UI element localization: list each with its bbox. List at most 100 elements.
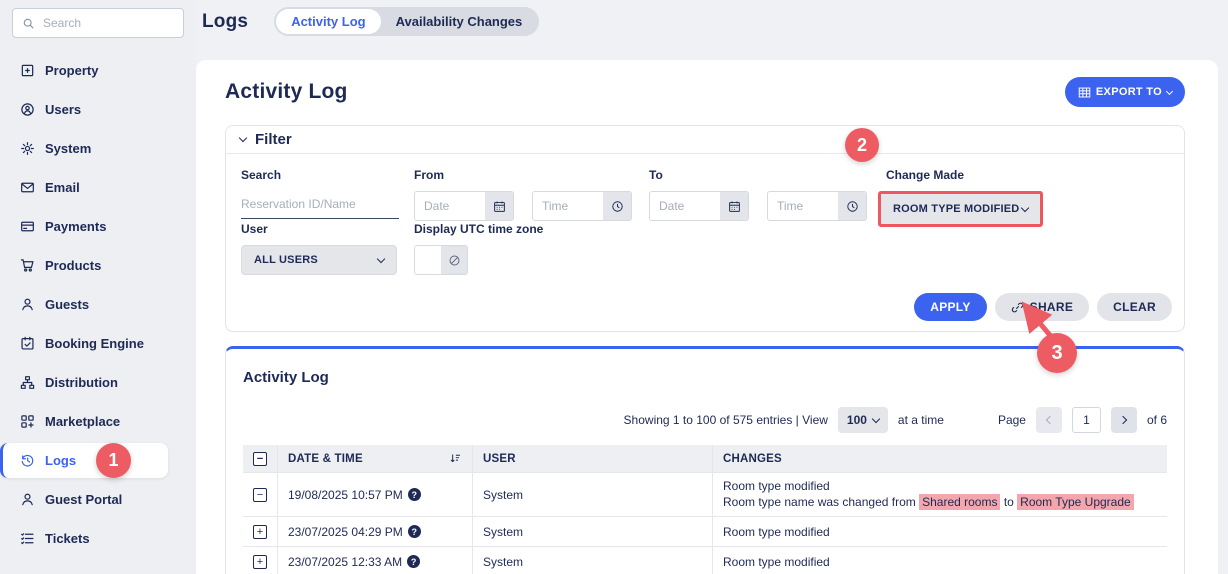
calendar-icon[interactable] xyxy=(485,192,513,220)
filter-header[interactable]: Filter xyxy=(226,126,1184,154)
sidebar-item-logs[interactable]: Logs xyxy=(0,443,168,478)
sidebar-item-users[interactable]: Users xyxy=(0,90,196,129)
calendar-icon[interactable] xyxy=(720,192,748,220)
filter-to-group: To xyxy=(649,168,867,221)
sidebar-item-tickets[interactable]: Tickets xyxy=(0,519,196,558)
table-cell-datetime: 23/07/2025 12:33 AM xyxy=(278,547,473,574)
filter-search-input[interactable] xyxy=(241,191,399,219)
tab-activity-log[interactable]: Activity Log xyxy=(276,9,380,34)
datetime-value: 19/08/2025 10:57 PM xyxy=(288,488,403,502)
change-detail-mid: to xyxy=(1000,495,1017,509)
user-value: System xyxy=(483,525,523,539)
chevron-right-icon xyxy=(1119,416,1127,424)
sidebar-item-booking-engine[interactable]: Booking Engine xyxy=(0,324,196,363)
to-label: To xyxy=(649,168,867,182)
credit-card-icon xyxy=(20,219,35,234)
from-time-input[interactable] xyxy=(533,192,603,220)
sidebar-item-distribution[interactable]: Distribution xyxy=(0,363,196,402)
sidebar-item-label: Property xyxy=(45,63,98,78)
sidebar-item-payments[interactable]: Payments xyxy=(0,207,196,246)
cart-icon xyxy=(20,258,35,273)
sidebar-item-label: Guest Portal xyxy=(45,492,122,507)
table-row-expand-cell: − xyxy=(243,473,278,517)
change-made-select[interactable]: ROOM TYPE MODIFIED xyxy=(881,194,1040,224)
filter-user-group: User ALL USERS xyxy=(241,222,397,275)
change-summary: Room type modified xyxy=(723,479,830,494)
sidebar-item-label: Logs xyxy=(45,453,76,468)
previous-page-button[interactable] xyxy=(1036,407,1062,433)
table-cell-user: System xyxy=(473,517,713,547)
sidebar-item-products[interactable]: Products xyxy=(0,246,196,285)
annotation-step-3: 3 xyxy=(1037,333,1077,373)
sidebar-item-system[interactable]: System xyxy=(0,129,196,168)
per-page-select[interactable]: 100 xyxy=(838,407,888,433)
top-header: Logs Activity Log Availability Changes xyxy=(196,0,1228,60)
table-icon xyxy=(1078,86,1091,99)
clock-icon[interactable] xyxy=(838,192,866,220)
sidebar-search-input[interactable] xyxy=(43,16,174,30)
column-label: CHANGES xyxy=(723,453,782,465)
filter-change-made-group: Change Made ROOM TYPE MODIFIED xyxy=(878,168,1043,227)
column-header-changes[interactable]: CHANGES xyxy=(713,445,1167,473)
sidebar-item-guest-portal[interactable]: Guest Portal xyxy=(0,480,196,519)
next-page-button[interactable] xyxy=(1111,407,1137,433)
user-label: User xyxy=(241,222,397,236)
utc-label: Display UTC time zone xyxy=(414,222,543,236)
filter-title: Filter xyxy=(255,131,292,148)
hierarchy-icon xyxy=(20,375,35,390)
sidebar-search[interactable] xyxy=(12,8,184,38)
sidebar-item-guests[interactable]: Guests xyxy=(0,285,196,324)
annotation-step-1: 1 xyxy=(96,443,131,478)
sidebar-nav: Property Users System Email Payments Pro… xyxy=(0,51,196,558)
from-date-input[interactable] xyxy=(415,192,485,220)
old-value-highlight: Shared rooms xyxy=(919,494,1000,510)
from-label: From xyxy=(414,168,632,182)
help-icon[interactable] xyxy=(407,555,420,568)
expand-row-icon[interactable]: + xyxy=(253,555,267,569)
clear-button[interactable]: CLEAR xyxy=(1097,293,1172,321)
change-summary: Room type modified xyxy=(723,525,830,539)
annotation-step-2: 2 xyxy=(845,128,879,162)
page-label: Page xyxy=(998,413,1026,427)
tab-availability-changes[interactable]: Availability Changes xyxy=(381,9,538,34)
sidebar-item-label: Payments xyxy=(45,219,106,234)
activity-log-table: DATE & TIME USER CHANGES − 19/08/2025 10… xyxy=(243,445,1167,574)
column-header-date-time[interactable]: DATE & TIME xyxy=(278,445,473,473)
to-time-input[interactable] xyxy=(768,192,838,220)
collapse-all-icon[interactable] xyxy=(253,452,267,466)
collapse-row-icon[interactable]: − xyxy=(253,488,267,502)
sidebar-item-marketplace[interactable]: Marketplace xyxy=(0,402,196,441)
help-icon[interactable] xyxy=(408,525,421,538)
total-pages-text: of 6 xyxy=(1147,413,1167,427)
grid-plus-icon xyxy=(20,414,35,429)
table-cell-datetime: 19/08/2025 10:57 PM xyxy=(278,473,473,517)
user-value: ALL USERS xyxy=(254,254,318,266)
clock-icon[interactable] xyxy=(603,192,631,220)
sidebar-item-email[interactable]: Email xyxy=(0,168,196,207)
activity-log-panel: Activity Log Showing 1 to 100 of 575 ent… xyxy=(225,346,1185,574)
help-icon[interactable] xyxy=(408,488,421,501)
export-to-button[interactable]: EXPORT TO xyxy=(1065,77,1185,107)
column-header-user[interactable]: USER xyxy=(473,445,713,473)
gear-icon xyxy=(20,141,35,156)
chevron-down-icon xyxy=(377,254,385,262)
sort-icon[interactable] xyxy=(449,452,462,465)
expand-row-icon[interactable]: + xyxy=(253,525,267,539)
column-label: DATE & TIME xyxy=(288,453,363,465)
apply-button[interactable]: APPLY xyxy=(914,293,986,321)
datetime-value: 23/07/2025 12:33 AM xyxy=(288,555,402,569)
tab-group: Activity Log Availability Changes xyxy=(274,7,539,36)
sidebar-item-property[interactable]: Property xyxy=(0,51,196,90)
column-label: USER xyxy=(483,453,516,465)
filter-from-group: From xyxy=(414,168,632,221)
history-icon xyxy=(20,453,35,468)
page-number-input[interactable] xyxy=(1072,407,1101,433)
table-cell-user: System xyxy=(473,547,713,574)
sidebar-item-label: Email xyxy=(45,180,80,195)
user-select[interactable]: ALL USERS xyxy=(241,245,397,275)
sidebar-item-label: Tickets xyxy=(45,531,90,546)
to-date-input[interactable] xyxy=(650,192,720,220)
utc-input[interactable] xyxy=(415,246,441,274)
users-icon xyxy=(20,102,35,117)
no-slash-icon[interactable] xyxy=(441,246,467,274)
